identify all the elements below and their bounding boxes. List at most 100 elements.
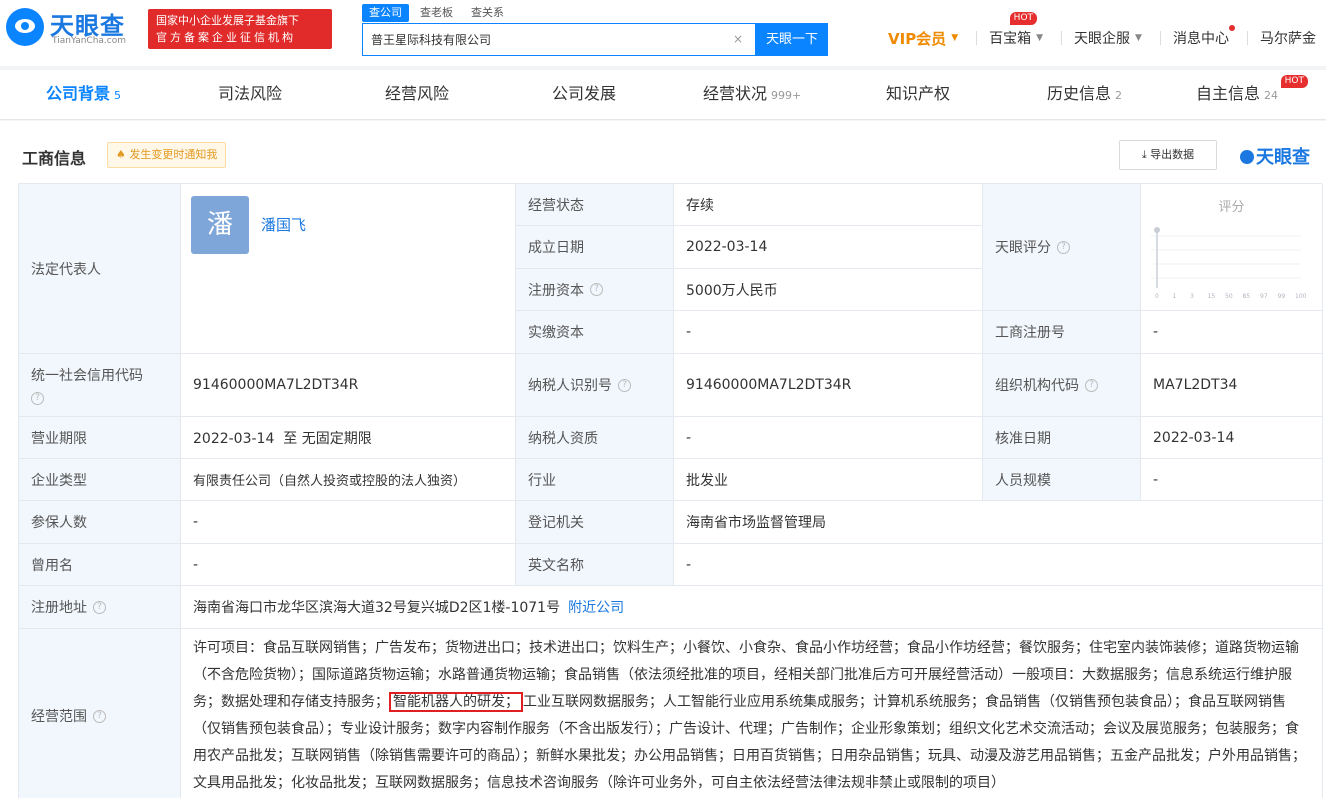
term-label: 营业期限 (19, 417, 181, 459)
status-label: 经营状态 (516, 184, 674, 226)
help-icon[interactable]: ? (93, 709, 106, 723)
nearby-companies-link[interactable]: 附近公司 (568, 597, 624, 617)
reg-authority-value: 海南省市场监督管理局 (674, 501, 1323, 544)
founded-label: 成立日期 (516, 226, 674, 269)
tab-label: 自主信息 (1196, 84, 1261, 103)
search-input[interactable] (363, 24, 723, 55)
tab-label: 经营状况 (703, 84, 768, 103)
tianyancha-logo[interactable]: 天眼查 TianYanCha.com (6, 6, 140, 50)
tab-count: 2 (1115, 89, 1123, 102)
approval-date-label: 核准日期 (983, 417, 1141, 459)
search-area: 查公司 查老板 查关系 × 天眼一下 (362, 4, 834, 56)
help-icon[interactable]: ? (31, 392, 44, 405)
help-icon[interactable]: ? (1085, 378, 1098, 392)
taxpayer-id-label: 纳税人识别号? (516, 354, 674, 417)
search-tab-boss[interactable]: 查老板 (413, 4, 460, 22)
hot-badge: HOT (1280, 75, 1309, 88)
help-icon[interactable]: ? (590, 283, 603, 296)
download-icon: ⤓ (1141, 148, 1151, 161)
help-icon[interactable]: ? (93, 600, 106, 614)
tab-operations[interactable]: 经营状况 999+ (703, 70, 801, 120)
legal-rep-name-link[interactable]: 潘国飞 (261, 214, 306, 235)
scope-label-text: 经营范围 (31, 709, 87, 725)
divider (976, 31, 978, 45)
fund-badge-line2: 官方备案企业征信机构 (156, 31, 296, 44)
taxpayer-id-value: 91460000MA7L2DT34R (674, 354, 983, 417)
fund-badge[interactable]: 国家中小企业发展子基金旗下 官方备案企业征信机构 (148, 9, 332, 49)
tab-judicial-risk[interactable]: 司法风险 (218, 70, 282, 120)
score-tick-label: 97 (1260, 293, 1268, 300)
unread-dot-icon (1228, 25, 1235, 31)
scope-value: 许可项目：食品互联网销售；广告发布；货物进出口；技术进出口；饮料生产；小餐饮、小… (181, 629, 1323, 798)
score-tick-label: 99 (1278, 293, 1286, 300)
industry-label: 行业 (516, 459, 674, 501)
insured-label: 参保人数 (19, 501, 181, 544)
divider (1061, 31, 1063, 45)
reg-capital-value: 5000万人民币 (674, 269, 983, 311)
header-nav: VIP会员 ▼ HOT 百宝箱 ▼ 天眼企服 ▼ 消息中心 马尔萨金 (888, 12, 1326, 49)
term-value: 2022-03-14 至 无固定期限 (181, 417, 516, 459)
reg-capital-label: 注册资本? (516, 269, 674, 311)
org-code-value: MA7L2DT34 (1141, 354, 1323, 417)
tab-history[interactable]: 历史信息 2 (1047, 70, 1122, 120)
scope-label: 经营范围? (19, 629, 181, 798)
address-label-text: 注册地址 (31, 600, 87, 616)
score-tick-label: 0 (1155, 293, 1159, 300)
export-data-button[interactable]: ⤓ 导出数据 (1119, 140, 1217, 170)
user-menu[interactable]: 马尔萨金 (1260, 28, 1316, 48)
divider (1159, 31, 1161, 45)
messages-label: 消息中心 (1172, 31, 1229, 47)
company-type-value: 有限责任公司（自然人投资或控股的法人独资） (181, 459, 516, 501)
address-value: 海南省海口市龙华区滨海大道32号复兴城D2区1楼-1071号 (193, 600, 561, 616)
tab-label: 历史信息 (1047, 84, 1112, 103)
clear-icon[interactable]: × (733, 32, 743, 46)
tab-background[interactable]: 公司背景 5 (46, 70, 121, 120)
tab-count: 999+ (771, 89, 802, 102)
address-value-cell: 海南省海口市龙华区滨海大道32号复兴城D2区1楼-1071号 附近公司 (181, 586, 1323, 629)
vip-menu[interactable]: VIP会员 ▼ (888, 28, 958, 49)
tab-self-info[interactable]: 自主信息 24 HOT (1196, 70, 1309, 120)
search-button[interactable]: 天眼一下 (756, 23, 828, 56)
notify-change-button[interactable]: ♠ 发生变更时通知我 (107, 142, 227, 168)
industry-value: 批发业 (674, 459, 983, 501)
reg-capital-label-text: 注册资本 (528, 282, 584, 299)
english-name-value: - (674, 544, 1323, 586)
tab-label: 公司发展 (552, 84, 617, 103)
tab-label: 经营风险 (385, 84, 450, 103)
status-value: 存续 (674, 184, 983, 226)
help-icon[interactable]: ? (1057, 240, 1070, 254)
messages-link[interactable]: 消息中心 (1172, 25, 1235, 48)
hot-badge: HOT (1009, 12, 1038, 25)
brand-watermark: 天眼查 (1240, 143, 1310, 169)
org-code-label-text: 组织机构代码 (995, 378, 1079, 394)
reg-authority-label: 登记机关 (516, 501, 674, 544)
approval-date-value: 2022-03-14 (1141, 417, 1323, 459)
score-tick-label: 1 (1173, 293, 1177, 300)
help-icon[interactable]: ? (618, 378, 631, 392)
tab-count: 5 (114, 89, 122, 102)
qiye-label: 天眼企服 (1074, 31, 1131, 47)
search-tab-relation[interactable]: 查关系 (464, 4, 511, 22)
qiye-menu[interactable]: 天眼企服 ▼ (1074, 28, 1142, 48)
address-label: 注册地址? (19, 586, 181, 629)
vip-label: VIP会员 (888, 29, 947, 48)
brand-name: 天眼查 (1256, 147, 1310, 168)
search-tab-company[interactable]: 查公司 (362, 4, 409, 22)
baibaoxiang-label: 百宝箱 (989, 31, 1032, 47)
business-info-panel: 工商信息 ♠ 发生变更时通知我 ⤓ 导出数据 天眼查 法定代表人 潘 潘国飞 经… (0, 121, 1326, 798)
tianyan-score-label: 天眼评分? (983, 184, 1141, 311)
tab-label: 公司背景 (46, 84, 111, 103)
insured-value: - (181, 501, 516, 544)
tab-ip[interactable]: 知识产权 (886, 70, 950, 120)
score-tick-label: 85 (1243, 293, 1251, 300)
search-box: × (362, 23, 756, 56)
export-label: 导出数据 (1150, 148, 1195, 161)
info-table: 法定代表人 潘 潘国飞 经营状态 存续 成立日期 2022-03-14 注册资本… (18, 183, 1323, 798)
search-tabs: 查公司 查老板 查关系 (362, 4, 515, 22)
scope-highlight: 智能机器人的研发； (389, 692, 523, 712)
score-tick-label: 100 (1295, 293, 1307, 300)
tab-business-risk[interactable]: 经营风险 (385, 70, 449, 120)
baibaoxiang-menu[interactable]: HOT 百宝箱 ▼ (989, 12, 1043, 48)
tab-development[interactable]: 公司发展 (552, 70, 616, 120)
company-type-label: 企业类型 (19, 459, 181, 501)
